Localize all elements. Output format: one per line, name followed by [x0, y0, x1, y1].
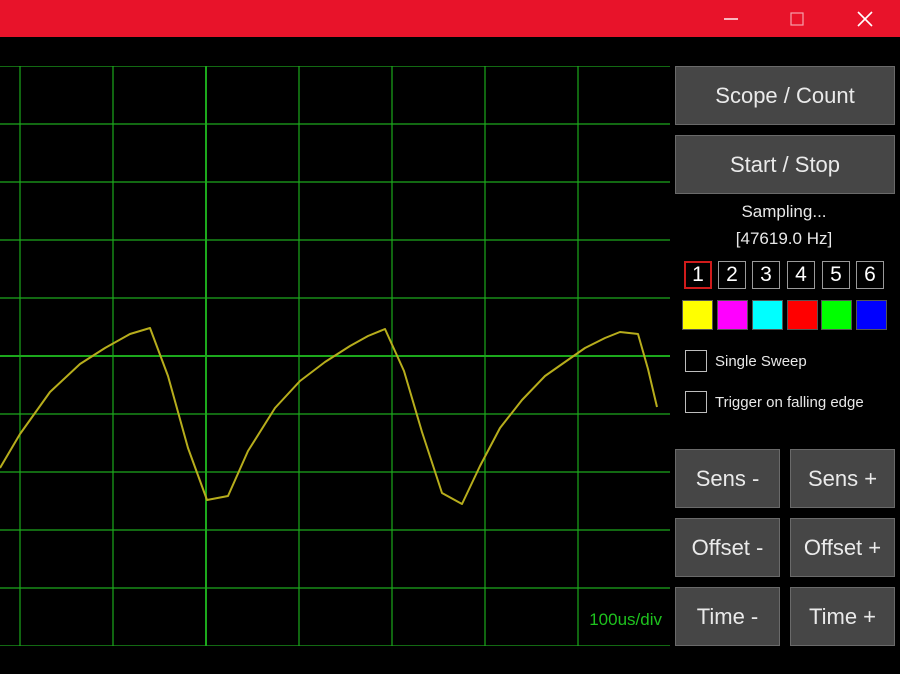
single-sweep-label: Single Sweep	[715, 352, 807, 370]
title-bar	[0, 0, 900, 37]
close-button[interactable]	[832, 0, 898, 37]
channel-4-color-swatch[interactable]	[787, 300, 818, 330]
channel-2-button[interactable]: 2	[718, 261, 746, 289]
falling-edge-checkbox[interactable]	[685, 391, 707, 413]
single-sweep-checkbox[interactable]	[685, 350, 707, 372]
falling-edge-label: Trigger on falling edge	[715, 393, 864, 411]
single-sweep-option[interactable]: Single Sweep	[685, 350, 807, 372]
close-icon	[856, 10, 874, 28]
scope-canvas	[0, 66, 670, 646]
falling-edge-option[interactable]: Trigger on falling edge	[685, 391, 864, 413]
time-plus-button[interactable]: Time +	[790, 587, 895, 646]
maximize-icon	[789, 11, 805, 27]
timebase-label: 100us/div	[589, 610, 662, 629]
channel-6-button[interactable]: 6	[856, 261, 884, 289]
channel-3-color-swatch[interactable]	[752, 300, 783, 330]
channel-1-color-swatch[interactable]	[682, 300, 713, 330]
channel-5-color-swatch[interactable]	[821, 300, 852, 330]
offset-plus-button[interactable]: Offset +	[790, 518, 895, 577]
channel-6-color-swatch[interactable]	[856, 300, 887, 330]
channel-5-button[interactable]: 5	[822, 261, 850, 289]
channel-3-button[interactable]: 3	[752, 261, 780, 289]
minimize-icon	[723, 11, 739, 27]
maximize-button[interactable]	[764, 0, 830, 37]
channel-2-color-swatch[interactable]	[717, 300, 748, 330]
sens-minus-button[interactable]: Sens -	[675, 449, 780, 508]
time-minus-button[interactable]: Time -	[675, 587, 780, 646]
signal-trace	[0, 327, 658, 505]
control-panel: Scope / Count Start / Stop Sampling... […	[670, 37, 900, 674]
scope-display: 100us/div	[0, 66, 670, 646]
scope-count-button[interactable]: Scope / Count	[675, 66, 895, 125]
status-text: Sampling...	[741, 202, 827, 221]
sens-plus-button[interactable]: Sens +	[790, 449, 895, 508]
frequency-text: [47619.0 Hz]	[735, 229, 833, 248]
channel-4-button[interactable]: 4	[787, 261, 815, 289]
channel-1-button[interactable]: 1	[684, 261, 712, 289]
minimize-button[interactable]	[698, 0, 764, 37]
start-stop-button[interactable]: Start / Stop	[675, 135, 895, 194]
offset-minus-button[interactable]: Offset -	[675, 518, 780, 577]
